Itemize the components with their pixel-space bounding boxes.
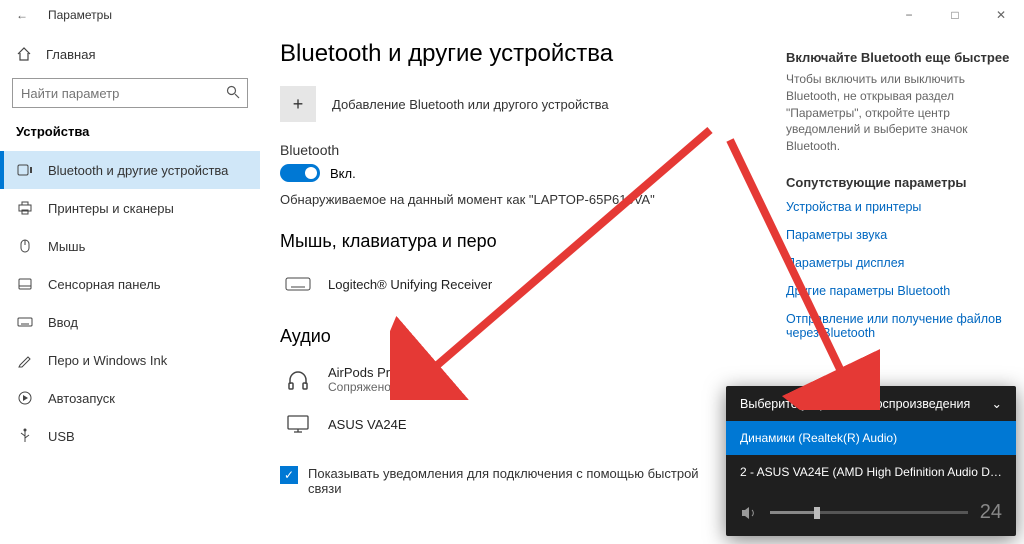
search-icon [226,85,240,99]
tip-title: Включайте Bluetooth еще быстрее [786,50,1014,65]
device-unifying-receiver[interactable]: Logitech® Unifying Receiver [280,262,714,306]
autoplay-icon [16,389,34,407]
bluetooth-state: Вкл. [330,166,356,181]
link-display-settings[interactable]: Параметры дисплея [786,256,1014,270]
page-heading: Bluetooth и другие устройства [280,40,714,68]
audio-device-speakers[interactable]: Динамики (Realtek(R) Audio) [726,421,1016,455]
link-send-receive-bt[interactable]: Отправление или получение файлов через B… [786,312,1014,340]
nav-typing[interactable]: Ввод [0,303,260,341]
bluetooth-toggle[interactable] [280,164,320,182]
link-devices-printers[interactable]: Устройства и принтеры [786,200,1014,214]
right-pane: Включайте Bluetooth еще быстрее Чтобы вк… [786,50,1014,354]
window-title: Параметры [48,8,112,22]
headphones-icon [284,366,312,394]
nav-autoplay[interactable]: Автозапуск [0,379,260,417]
monitor-icon [284,410,312,438]
nav-usb[interactable]: USB [0,417,260,455]
device-airpods[interactable]: AirPods Pro Сопряжено [280,357,714,402]
plus-icon: + [280,86,316,122]
checkbox-checked-icon: ✓ [280,466,298,484]
discoverable-text: Обнаруживаемое на данный момент как "LAP… [280,192,714,207]
category-label: Устройства [0,120,260,151]
search-box[interactable] [12,78,248,108]
bluetooth-label: Bluetooth [280,142,714,158]
bluetooth-icon [16,161,34,179]
section-mouse-kb: Мышь, клавиатура и перо [280,231,714,252]
nav-bluetooth[interactable]: Bluetooth и другие устройства [0,151,260,189]
speaker-icon[interactable] [740,504,758,522]
volume-flyout: Выберите устройство воспроизведения ⌄ Ди… [726,386,1016,536]
nav-pen[interactable]: Перо и Windows Ink [0,341,260,379]
back-button[interactable]: ← [10,8,34,22]
link-sound-settings[interactable]: Параметры звука [786,228,1014,242]
usb-icon [16,427,34,445]
volume-slider-row: 24 [726,489,1016,536]
home-icon [16,46,32,62]
flyout-header[interactable]: Выберите устройство воспроизведения ⌄ [726,386,1016,421]
printer-icon [16,199,34,217]
add-device-button[interactable]: + Добавление Bluetooth или другого устро… [280,86,714,122]
home-nav[interactable]: Главная [0,38,260,70]
nav-mouse[interactable]: Мышь [0,227,260,265]
search-input[interactable] [12,78,248,108]
keyboard-device-icon [284,270,312,298]
keyboard-icon [16,313,34,331]
audio-device-asus[interactable]: 2 - ASUS VA24E (AMD High Definition Audi… [726,455,1016,489]
mouse-icon [16,237,34,255]
home-label: Главная [46,47,95,62]
main-content: Bluetooth и другие устройства + Добавлен… [280,30,724,544]
nav-printers[interactable]: Принтеры и сканеры [0,189,260,227]
nav-touchpad[interactable]: Сенсорная панель [0,265,260,303]
touchpad-icon [16,275,34,293]
link-more-bluetooth[interactable]: Другие параметры Bluetooth [786,284,1014,298]
minimize-button[interactable]: − [886,0,932,30]
swift-pair-checkbox-row[interactable]: ✓ Показывать уведомления для подключения… [280,466,714,496]
close-button[interactable]: ✕ [978,0,1024,30]
sidebar: Главная Устройства Bluetooth и другие ус… [0,30,260,544]
device-asus-monitor[interactable]: ASUS VA24E [280,402,714,446]
pen-icon [16,351,34,369]
volume-slider[interactable] [770,511,968,514]
related-title: Сопутствующие параметры [786,175,1014,190]
chevron-down-icon: ⌄ [992,396,1002,411]
maximize-button[interactable]: □ [932,0,978,30]
section-audio: Аудио [280,326,714,347]
tip-body: Чтобы включить или выключить Bluetooth, … [786,71,1014,155]
volume-value: 24 [980,501,1002,524]
